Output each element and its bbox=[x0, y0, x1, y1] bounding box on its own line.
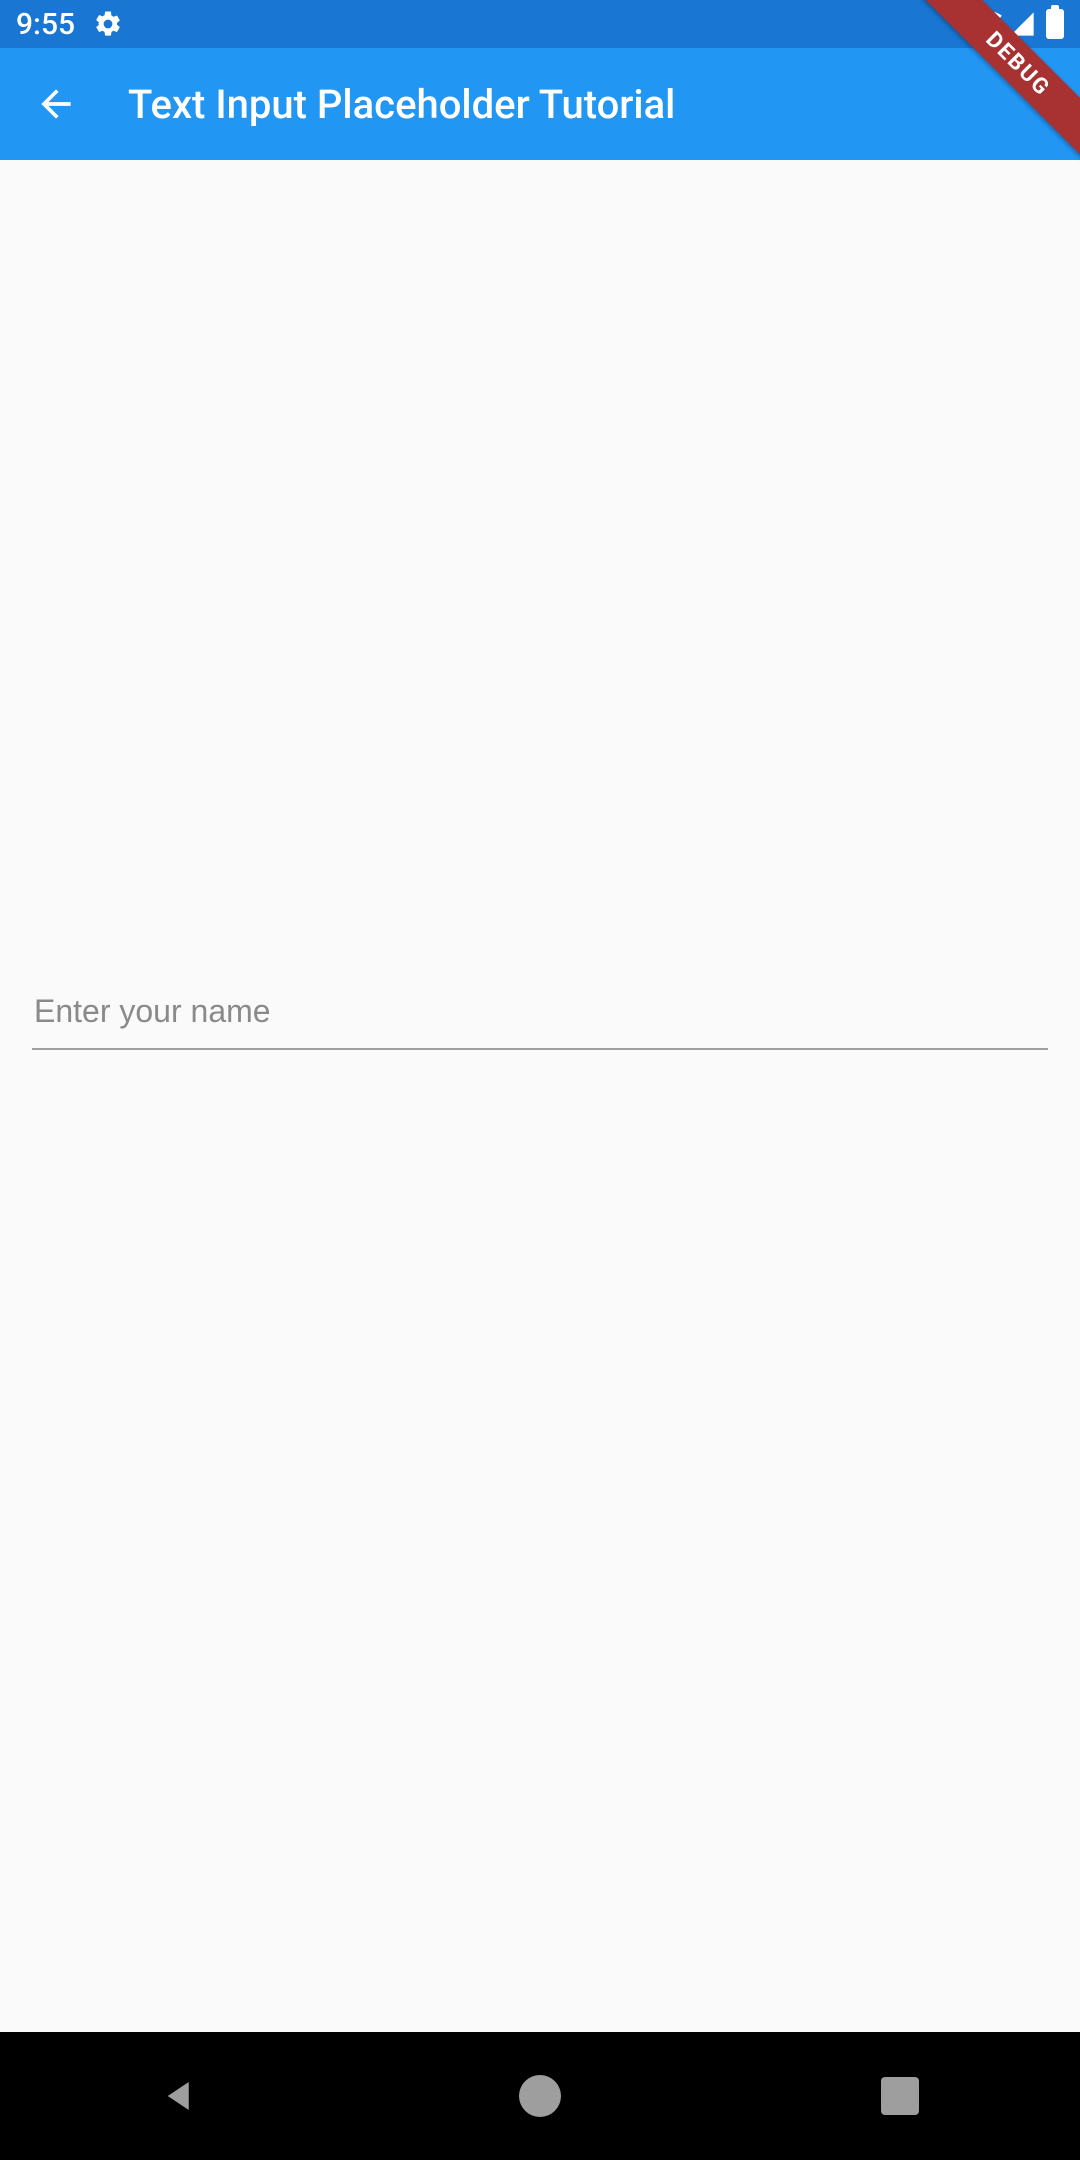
status-time: 9:55 bbox=[16, 7, 75, 42]
status-left: 9:55 bbox=[16, 7, 123, 42]
nav-home-button[interactable] bbox=[460, 2056, 620, 2136]
arrow-back-icon bbox=[34, 82, 78, 126]
app-bar: Text Input Placeholder Tutorial bbox=[0, 48, 1080, 160]
nav-back-button[interactable] bbox=[100, 2056, 260, 2136]
device-frame: 9:55 Text Input Placeholder Tutorial DEB… bbox=[0, 0, 1080, 2160]
back-button[interactable] bbox=[16, 64, 96, 144]
body-area bbox=[0, 160, 1080, 2032]
status-bar: 9:55 bbox=[0, 0, 1080, 48]
wifi-icon bbox=[968, 10, 1002, 38]
triangle-back-icon bbox=[159, 2075, 201, 2117]
name-input[interactable] bbox=[32, 983, 1048, 1050]
circle-home-icon bbox=[519, 2075, 561, 2117]
android-nav-bar bbox=[0, 2032, 1080, 2160]
square-recent-icon bbox=[881, 2077, 919, 2115]
status-right bbox=[968, 9, 1064, 39]
nav-recent-button[interactable] bbox=[820, 2056, 980, 2136]
battery-icon bbox=[1046, 9, 1064, 39]
page-title: Text Input Placeholder Tutorial bbox=[128, 81, 1064, 128]
signal-icon bbox=[1008, 10, 1036, 38]
gear-icon bbox=[93, 9, 123, 39]
